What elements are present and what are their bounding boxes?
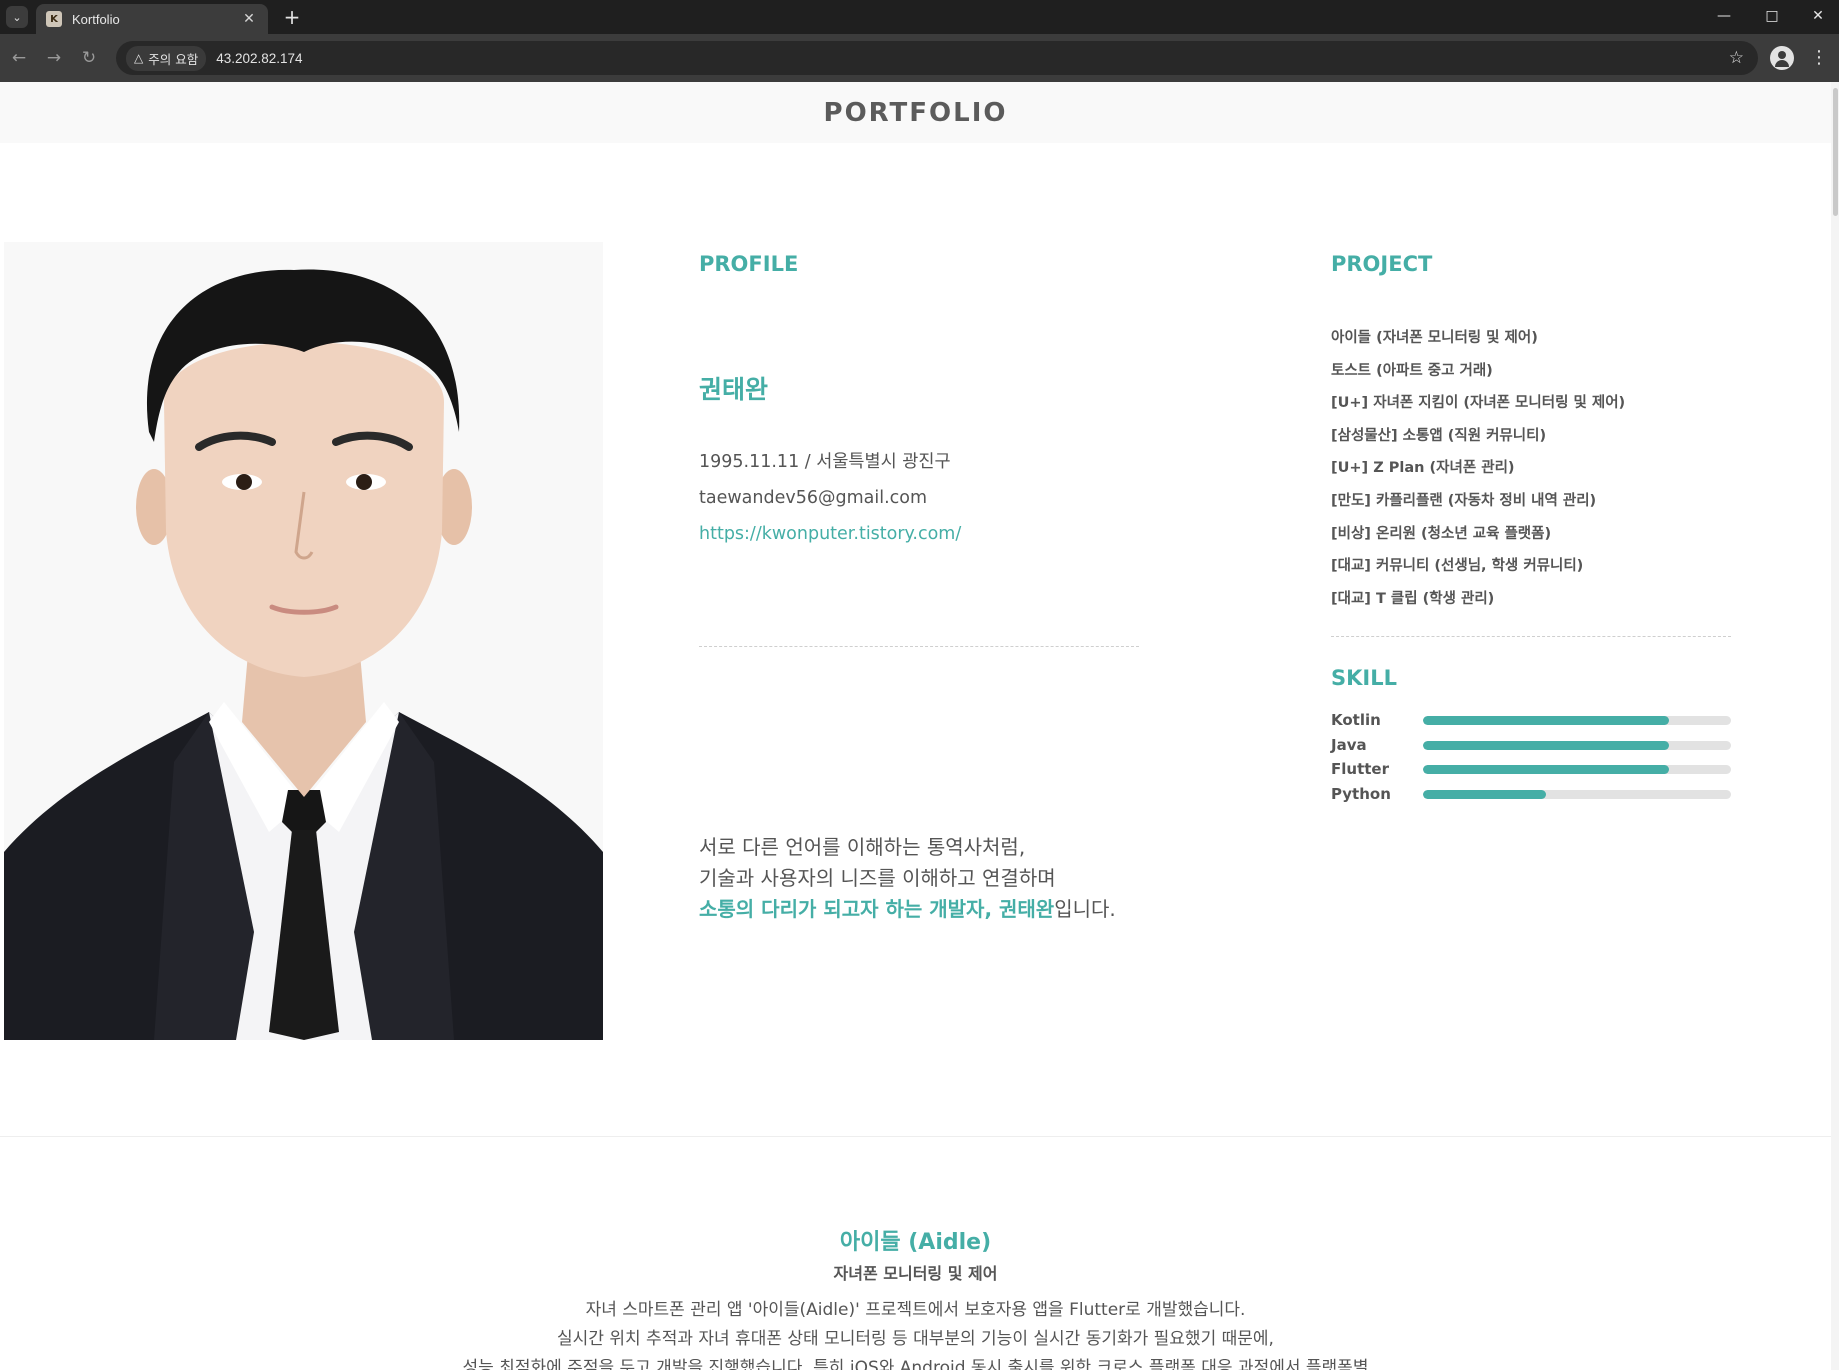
security-label: 주의 요함 bbox=[148, 51, 199, 67]
profile-photo bbox=[4, 242, 603, 1040]
profile-info: 1995.11.11 / 서울특별시 광진구 taewandev56@gmail… bbox=[699, 444, 961, 552]
project-heading: PROJECT bbox=[1331, 252, 1433, 276]
project-list-item[interactable]: [만도] 카플리플랜 (자동차 정비 내역 관리) bbox=[1331, 485, 1625, 518]
project-list-item[interactable]: [U+] Z Plan (자녀폰 관리) bbox=[1331, 452, 1625, 485]
divider bbox=[699, 646, 1139, 647]
new-tab-button[interactable]: + bbox=[280, 5, 304, 29]
email: taewandev56@gmail.com bbox=[699, 488, 928, 508]
url-text[interactable]: 43.202.82.174 bbox=[216, 51, 1729, 66]
skill-bar-fill bbox=[1423, 765, 1670, 774]
skill-name: Flutter bbox=[1331, 760, 1389, 778]
intro-line-3: 소통의 다리가 되고자 하는 개발자, 권태완입니다. bbox=[699, 894, 1299, 925]
description-line: 실시간 위치 추적과 자녀 휴대폰 상태 모니터링 등 대부분의 기능이 실시간… bbox=[557, 1329, 1274, 1349]
section-divider bbox=[0, 1136, 1831, 1137]
skill-name: Java bbox=[1331, 735, 1367, 754]
browser-tab[interactable]: K Kortfolio ✕ bbox=[36, 4, 268, 34]
intro-suffix: 입니다. bbox=[1054, 897, 1116, 921]
tab-title: Kortfolio bbox=[72, 11, 120, 27]
project-detail-title: 아이들 (Aidle) bbox=[839, 1230, 992, 1255]
skill-bar bbox=[1423, 716, 1731, 725]
profile-name: 권태완 bbox=[699, 375, 769, 404]
skill-bar bbox=[1423, 740, 1731, 750]
omnibox[interactable]: △ 주의 요함 43.202.82.174 ☆ bbox=[116, 41, 1758, 75]
scrollbar-thumb[interactable] bbox=[1833, 88, 1838, 216]
project-list-item[interactable]: [대교] T 클립 (학생 관리) bbox=[1331, 583, 1625, 616]
maximize-icon[interactable]: □ bbox=[1754, 4, 1790, 28]
description-line: 자녀 스마트폰 관리 앱 '아이들(Aidle)' 프로젝트에서 보호자용 앱을… bbox=[585, 1300, 1246, 1320]
skill-row: Flutter bbox=[1331, 759, 1731, 784]
project-detail: 아이들 (Aidle) 자녀폰 모니터링 및 제어 자녀 스마트폰 관리 앱 '… bbox=[0, 1224, 1831, 1370]
warning-triangle-icon: △ bbox=[134, 51, 144, 65]
reload-icon[interactable]: ↻ bbox=[78, 48, 100, 68]
intro-text: 서로 다른 언어를 이해하는 통역사처럼, 기술과 사용자의 니즈를 이해하고 … bbox=[699, 832, 1299, 925]
skill-name: Kotlin bbox=[1331, 711, 1381, 729]
skill-bar-fill bbox=[1423, 740, 1670, 750]
project-list: 아이들 (자녀폰 모니터링 및 제어) 토스트 (아파트 중고 거래) [U+]… bbox=[1331, 322, 1625, 615]
skill-bar bbox=[1423, 765, 1731, 774]
profile-section: PROFILE 권태완 1995.11.11 / 서울특별시 광진구 taewa… bbox=[699, 252, 1139, 921]
skill-bar bbox=[1423, 789, 1731, 799]
project-list-item[interactable]: 아이들 (자녀폰 모니터링 및 제어) bbox=[1331, 322, 1625, 355]
browser-menu-icon[interactable]: ⋮ bbox=[1810, 46, 1828, 70]
tab-search-chevron-icon[interactable]: ⌄ bbox=[6, 6, 28, 28]
profile-heading: PROFILE bbox=[699, 252, 799, 276]
minimize-icon[interactable]: — bbox=[1706, 4, 1742, 28]
project-section: PROJECT 아이들 (자녀폰 모니터링 및 제어) 토스트 (아파트 중고 … bbox=[1331, 252, 1731, 803]
intro-line-1: 서로 다른 언어를 이해하는 통역사처럼, bbox=[699, 835, 1026, 859]
address-bar: ← → ↻ △ 주의 요함 43.202.82.174 ☆ ⋮ bbox=[0, 34, 1839, 82]
site-title: PORTFOLIO bbox=[823, 97, 1008, 128]
skill-name: Python bbox=[1331, 784, 1391, 803]
skill-bar-fill bbox=[1423, 716, 1670, 725]
project-detail-description: 자녀 스마트폰 관리 앱 '아이들(Aidle)' 프로젝트에서 보호자용 앱을… bbox=[0, 1296, 1831, 1370]
web-page: PORTFOLIO PROFILE 권태완 1995.11.11 / 서울특별시… bbox=[0, 82, 1839, 1370]
divider bbox=[1331, 636, 1731, 637]
window-close-icon[interactable]: ✕ bbox=[1800, 4, 1836, 28]
project-list-item[interactable]: [U+] 자녀폰 지킴이 (자녀폰 모니터링 및 제어) bbox=[1331, 387, 1625, 420]
site-header: PORTFOLIO bbox=[0, 82, 1831, 143]
project-list-item[interactable]: [대교] 커뮤니티 (선생님, 학생 커뮤니티) bbox=[1331, 550, 1625, 583]
back-arrow-icon[interactable]: ← bbox=[8, 48, 30, 68]
project-list-item[interactable]: [삼성물산] 소통앱 (직원 커뮤니티) bbox=[1331, 420, 1625, 453]
project-detail-subtitle: 자녀폰 모니터링 및 제어 bbox=[833, 1264, 998, 1283]
birth-location: 1995.11.11 / 서울특별시 광진구 bbox=[699, 452, 951, 472]
project-list-item[interactable]: [비상] 온리원 (청소년 교육 플랫폼) bbox=[1331, 518, 1625, 551]
tab-close-icon[interactable]: ✕ bbox=[240, 11, 258, 27]
skill-row: Kotlin bbox=[1331, 710, 1731, 735]
skill-bar-fill bbox=[1423, 789, 1547, 799]
security-warning-chip[interactable]: △ 주의 요함 bbox=[126, 45, 207, 71]
blog-link[interactable]: https://kwonputer.tistory.com/ bbox=[699, 524, 961, 544]
forward-arrow-icon[interactable]: → bbox=[43, 48, 65, 68]
description-line: 성능 최적화에 주점을 두고 개발을 진행했습니다. 특히 iOS와 Andro… bbox=[462, 1358, 1369, 1370]
skill-row: Java bbox=[1331, 735, 1731, 760]
project-list-item[interactable]: 토스트 (아파트 중고 거래) bbox=[1331, 355, 1625, 388]
page-scrollbar[interactable] bbox=[1831, 82, 1839, 1370]
browser-tab-bar: ⌄ K Kortfolio ✕ + — □ ✕ bbox=[0, 0, 1839, 34]
skill-row: Python bbox=[1331, 784, 1731, 809]
profile-avatar-icon[interactable] bbox=[1770, 46, 1794, 70]
bookmark-star-icon[interactable]: ☆ bbox=[1729, 48, 1744, 68]
intro-line-2: 기술과 사용자의 니즈를 이해하고 연결하며 bbox=[699, 866, 1056, 890]
site-favicon-icon: K bbox=[46, 11, 62, 27]
intro-highlight: 소통의 다리가 되고자 하는 개발자, 권태완 bbox=[699, 897, 1055, 921]
skill-heading: SKILL bbox=[1331, 666, 1397, 690]
skill-list: Kotlin Java Flutter Python bbox=[1331, 710, 1731, 808]
